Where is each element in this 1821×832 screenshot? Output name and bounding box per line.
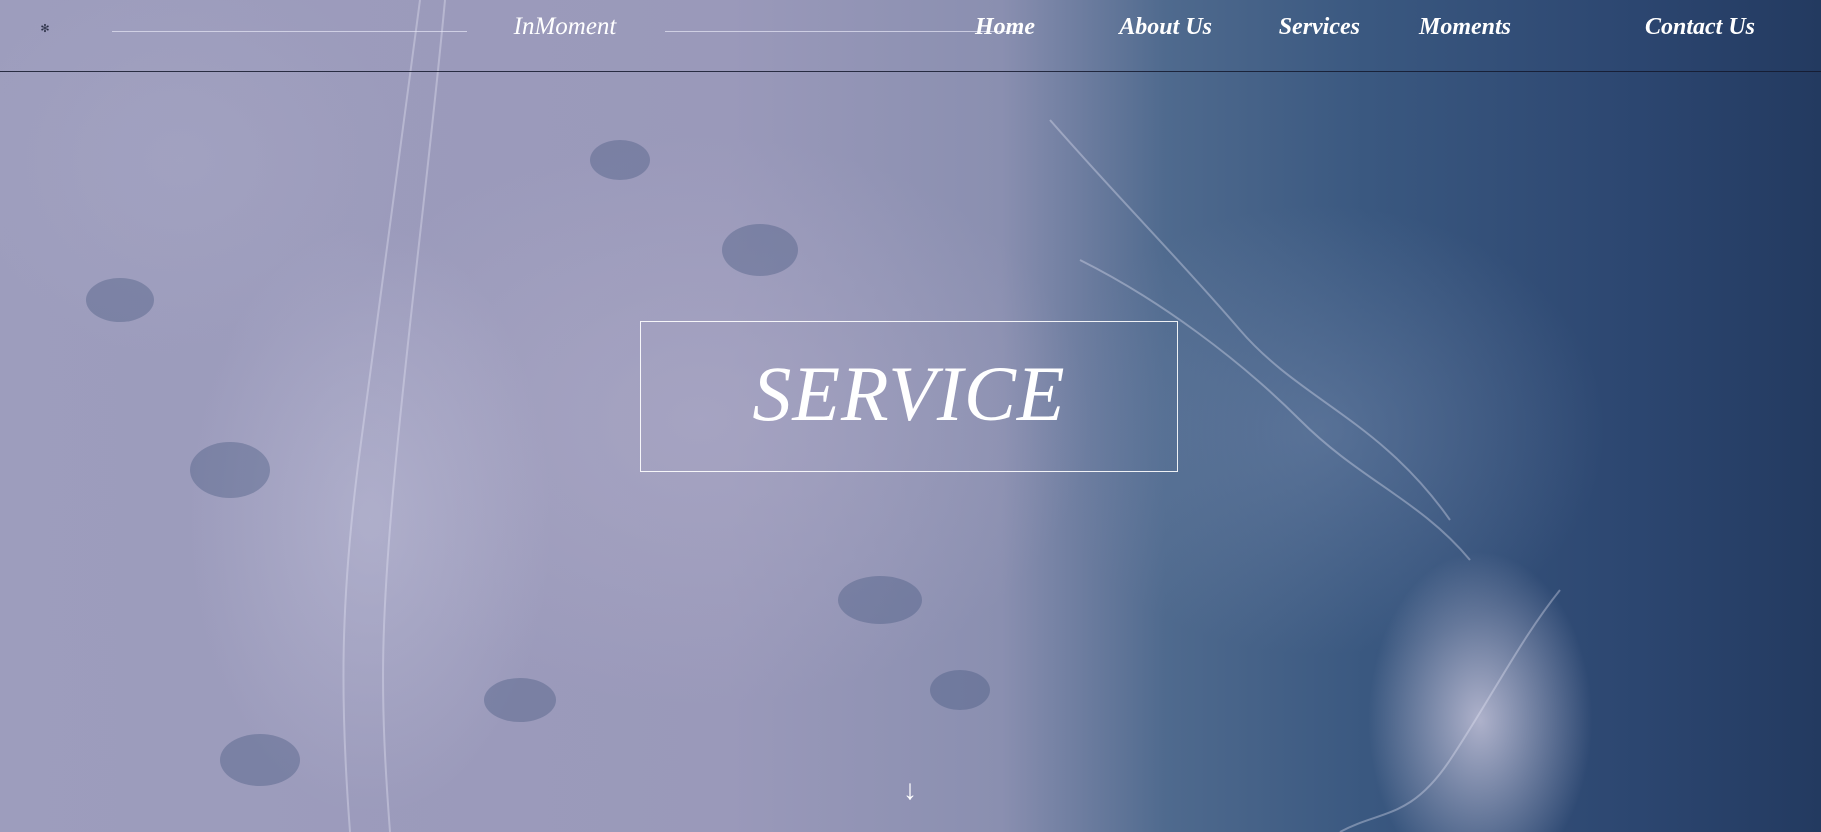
brand-name[interactable]: InMoment bbox=[460, 13, 670, 41]
nav-moments[interactable]: Moments bbox=[1419, 14, 1511, 41]
nav-home[interactable]: Home bbox=[975, 14, 1035, 41]
site-header: ✻ InMoment Home About Us Services Moment… bbox=[0, 0, 1821, 72]
brand-divider-right bbox=[665, 31, 1020, 32]
hero-title-box: SERVICE bbox=[640, 321, 1178, 472]
scroll-down-arrow-icon[interactable]: ↓ bbox=[898, 776, 922, 806]
page-title: SERVICE bbox=[752, 349, 1066, 437]
brand-logo-icon[interactable]: ✻ bbox=[38, 22, 52, 36]
nav-about-us[interactable]: About Us bbox=[1119, 14, 1212, 41]
nav-services[interactable]: Services bbox=[1279, 14, 1360, 41]
brand-divider-left bbox=[112, 31, 467, 32]
nav-contact-us[interactable]: Contact Us bbox=[1645, 14, 1755, 41]
